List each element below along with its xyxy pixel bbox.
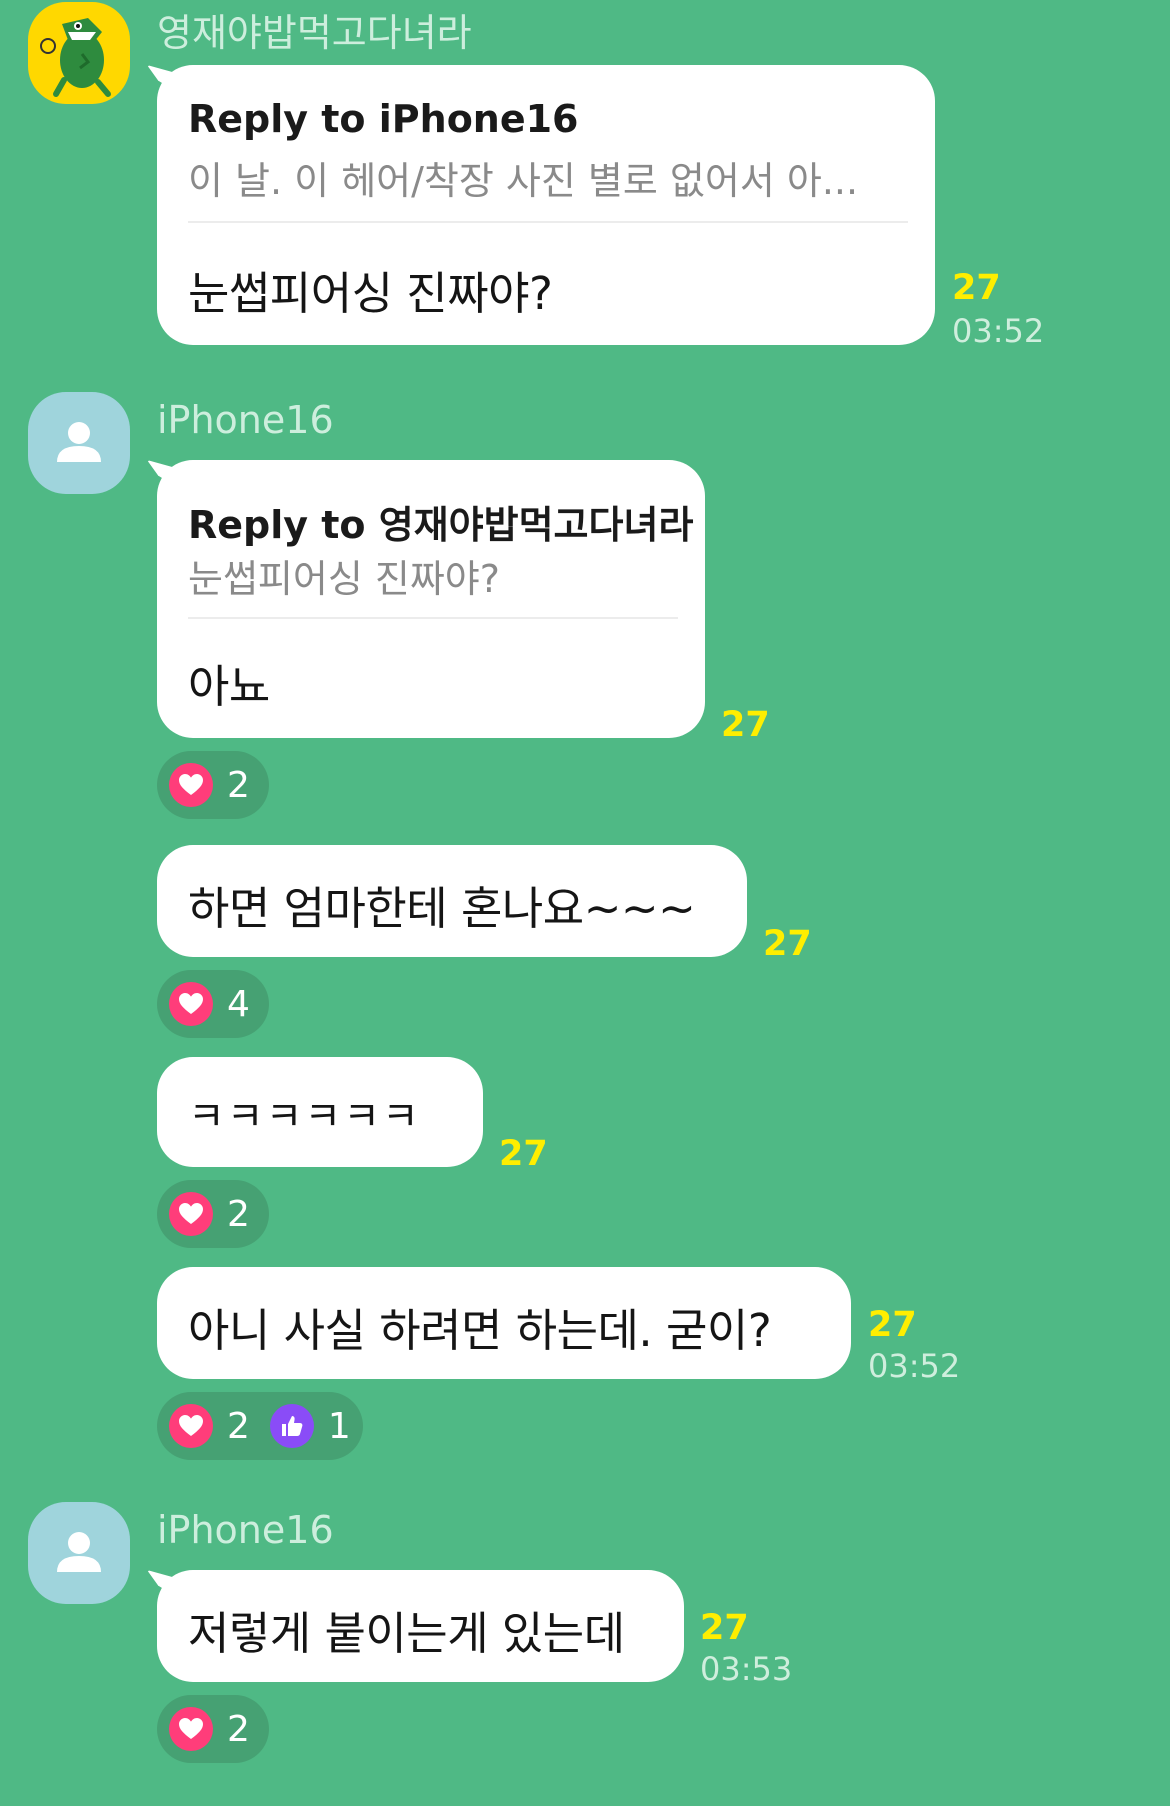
kakao-character-icon xyxy=(40,18,111,97)
reaction-count: 2 xyxy=(227,1708,250,1750)
message-text: 아뇨 xyxy=(188,660,270,713)
message-text: 아니 사실 하려면 하는데. 굳이? xyxy=(188,1304,772,1357)
avatar[interactable] xyxy=(28,1502,130,1604)
unread-count: 27 xyxy=(763,924,812,964)
heart-icon xyxy=(169,982,213,1026)
message-text: ㅋㅋㅋㅋㅋㅋ xyxy=(188,1094,421,1140)
message-time: 03:53 xyxy=(700,1650,793,1688)
message-time: 03:52 xyxy=(952,312,1045,350)
unread-count: 27 xyxy=(499,1134,548,1174)
reply-preview[interactable]: 눈썹피어싱 진짜야? xyxy=(188,548,500,603)
heart-icon xyxy=(169,1707,213,1751)
reaction-bar[interactable]: 2 xyxy=(157,1180,269,1248)
bubble-tail xyxy=(147,1570,175,1596)
heart-icon xyxy=(169,763,213,807)
message-bubble[interactable]: 하면 엄마한테 혼나요~~~ xyxy=(157,845,747,957)
heart-icon xyxy=(169,1404,213,1448)
avatar[interactable] xyxy=(28,2,130,104)
reply-title: Reply to iPhone16 xyxy=(188,97,579,141)
bubble-tail xyxy=(147,65,175,91)
message-text: 하면 엄마한테 혼나요~~~ xyxy=(188,882,696,935)
reaction-count: 2 xyxy=(227,764,250,806)
sender-name: iPhone16 xyxy=(157,1508,334,1552)
heart-icon xyxy=(169,1192,213,1236)
unread-count: 27 xyxy=(721,705,770,745)
unread-count: 27 xyxy=(700,1608,749,1648)
sender-name: 영재야밥먹고다녀라 xyxy=(157,11,472,55)
user-silhouette-icon xyxy=(57,1532,101,1572)
reply-divider xyxy=(188,617,678,619)
avatar[interactable] xyxy=(28,392,130,494)
message-time: 03:52 xyxy=(868,1347,961,1385)
sender-name: iPhone16 xyxy=(157,398,334,442)
reply-title: Reply to 영재야밥먹고다녀라 xyxy=(188,503,694,547)
user-silhouette-icon xyxy=(57,422,101,462)
message-bubble[interactable]: Reply to 영재야밥먹고다녀라 눈썹피어싱 진짜야? 아뇨 xyxy=(147,460,705,738)
reaction-bar[interactable]: 2 xyxy=(157,751,269,819)
message-bubble[interactable]: ㅋㅋㅋㅋㅋㅋ xyxy=(157,1057,483,1167)
message-bubble[interactable]: 저렇게 붙이는게 있는데 xyxy=(147,1570,684,1682)
message-text: 눈썹피어싱 진짜야? xyxy=(188,267,553,320)
bubble-tail xyxy=(147,460,175,486)
reply-preview[interactable]: 이 날. 이 헤어/착장 사진 별로 없어서 아... xyxy=(188,150,858,205)
message-text: 저렇게 붙이는게 있는데 xyxy=(188,1607,625,1660)
reaction-count: 1 xyxy=(327,1405,351,1447)
reaction-bar[interactable]: 2 xyxy=(157,1695,269,1763)
reaction-count: 4 xyxy=(227,983,250,1025)
unread-count: 27 xyxy=(952,268,1001,308)
reaction-bar[interactable]: 4 xyxy=(157,970,269,1038)
reaction-count: 2 xyxy=(227,1193,250,1235)
reaction-bar[interactable]: 2 1 xyxy=(157,1392,363,1460)
thumbs-up-icon xyxy=(269,1404,314,1448)
unread-count: 27 xyxy=(868,1305,917,1345)
message-bubble[interactable]: 아니 사실 하려면 하는데. 굳이? xyxy=(157,1267,851,1379)
reply-divider xyxy=(188,221,908,223)
reaction-count: 2 xyxy=(227,1405,250,1447)
message-bubble[interactable]: Reply to iPhone16 이 날. 이 헤어/착장 사진 별로 없어서… xyxy=(147,65,935,345)
